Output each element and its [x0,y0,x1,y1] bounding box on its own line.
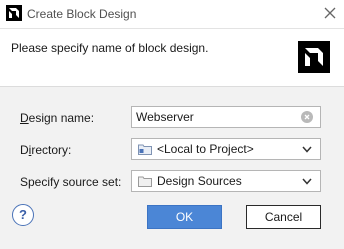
cancel-button[interactable]: Cancel [246,205,321,229]
xilinx-logo-icon [6,5,22,21]
window-title: Create Block Design [27,7,137,21]
xilinx-logo-icon [298,41,330,73]
clear-icon[interactable] [301,111,313,123]
source-set-select[interactable]: Design Sources [131,170,321,192]
source-set-value: Design Sources [157,174,242,188]
header-message: Please specify name of block design. [11,41,209,55]
source-set-label: Specify source set: [20,175,122,189]
design-name-field[interactable] [131,106,321,128]
title-bar: Create Block Design [0,0,344,29]
help-button[interactable]: ? [12,204,34,226]
chevron-down-icon[interactable] [302,178,312,185]
directory-label: Directory: [20,143,72,157]
directory-select[interactable]: <Local to Project> [131,138,321,160]
folder-icon [138,144,152,155]
design-name-input[interactable] [132,107,296,127]
close-icon[interactable] [321,4,339,22]
ok-button[interactable]: OK [147,205,222,229]
dialog-header: Please specify name of block design. [0,29,344,87]
design-name-label: Design name: [20,111,95,125]
folder-icon [138,176,152,187]
chevron-down-icon[interactable] [302,146,312,153]
directory-value: <Local to Project> [157,142,254,156]
